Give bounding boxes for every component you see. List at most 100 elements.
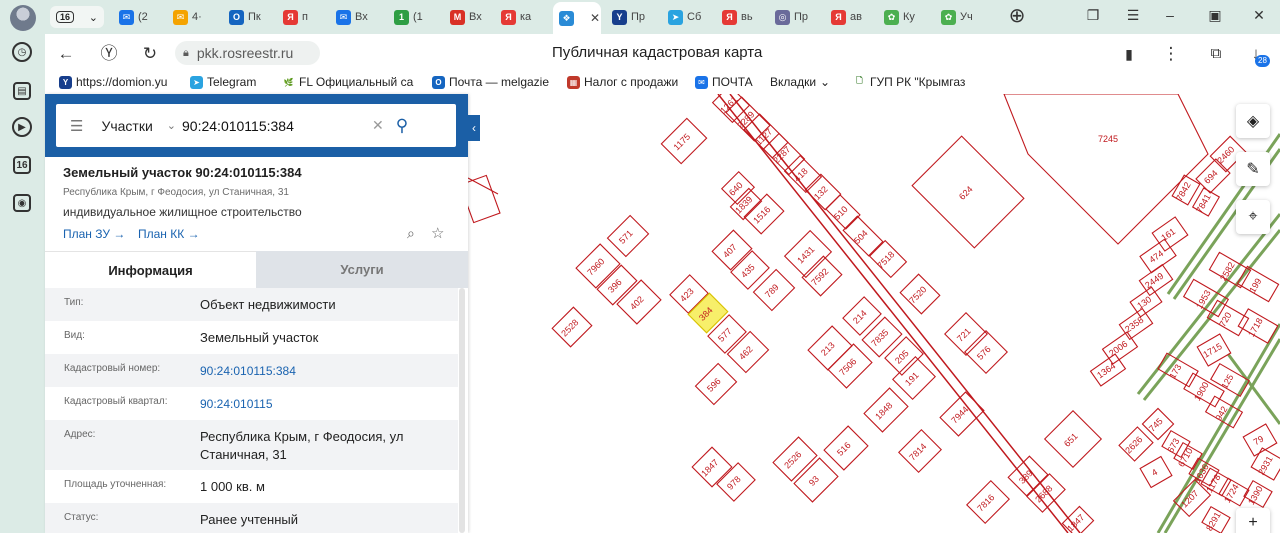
collapse-panel-button[interactable]: ‹	[468, 115, 480, 141]
tab-favicon-icon: Я	[722, 9, 737, 25]
menu-icon[interactable]: ☰	[1123, 7, 1143, 24]
zoom-to-object-icon[interactable]: ⌕	[407, 225, 415, 242]
bookmark-item[interactable]: ➤ Telegram	[190, 75, 275, 89]
collections-icon[interactable]: ▤	[11, 80, 33, 102]
browser-tab[interactable]: ◎ Пр	[769, 4, 819, 30]
back-button[interactable]: ←	[55, 43, 77, 65]
info-value: Объект недвижимости	[200, 297, 336, 312]
browser-tab[interactable]: ✿ Уч	[935, 4, 983, 30]
parcel-number-label: 7842	[1174, 180, 1193, 202]
layers-button[interactable]: ◈	[1236, 104, 1270, 138]
browser-tab[interactable]: Явь	[716, 4, 764, 30]
favorite-star-icon[interactable]: ☆	[431, 224, 444, 242]
parcel-number-label: 651	[1062, 431, 1080, 449]
info-key: Кадастровый квартал:	[64, 396, 168, 407]
chevron-down-icon: ⌄	[166, 120, 177, 132]
parcel-number-label: 1715	[1201, 341, 1223, 360]
bookmark-item[interactable]: Вкладки ⌄	[770, 75, 840, 89]
tab-favicon-icon: Я	[283, 9, 298, 25]
url-field[interactable]: 🔒︎ pkk.rosreestr.ru	[175, 41, 320, 65]
info-value-link[interactable]: 90:24:010115:384	[200, 354, 458, 387]
tab-count-icon[interactable]: 16	[11, 154, 33, 176]
yandex-icon[interactable]: Ⓨ	[98, 43, 120, 65]
map-canvas[interactable]: 1261228911272287418132510504751811756401…	[468, 94, 1280, 533]
hamburger-icon[interactable]: ☰	[70, 117, 83, 135]
tab-manager-icon[interactable]: ❐	[1083, 7, 1103, 24]
bookmark-item[interactable]: 🗋 ГУП РК "Крымгаз	[853, 75, 978, 89]
downloads-icon[interactable]: ↓ 28	[1245, 43, 1270, 67]
search-icon[interactable]: ⚲	[396, 116, 408, 136]
bookmark-item[interactable]: ▦ Налог с продажи	[567, 75, 685, 89]
user-avatar[interactable]	[10, 5, 36, 31]
screenshot-icon[interactable]: ◉	[11, 192, 33, 214]
bookmark-item[interactable]: O Почта — melgazie	[432, 75, 552, 89]
zoom-in-button[interactable]: +	[1236, 508, 1270, 533]
info-value-link[interactable]: 90:24:010115	[200, 387, 458, 420]
parcel-number-label: 7841	[1194, 192, 1213, 214]
browser-tab[interactable]: Яав	[825, 4, 873, 30]
play-icon[interactable]: ▶	[11, 116, 33, 138]
browser-tab[interactable]: ❖ ✕	[553, 2, 601, 34]
history-icon[interactable]: ◷	[11, 41, 33, 63]
parcel-outline[interactable]	[468, 174, 501, 224]
search-mode-select[interactable]: Участки ⌄	[101, 118, 176, 134]
tab-group-button[interactable]: 16 ⌄	[50, 6, 104, 28]
close-tab-icon[interactable]: ✕	[590, 11, 600, 25]
search-input[interactable]: 90:24:010115:384	[182, 118, 372, 134]
parcel-number-label: 93	[807, 474, 821, 488]
plan-zu-link[interactable]: План ЗУ →	[63, 227, 125, 241]
parcel-number-label: 721	[955, 326, 973, 344]
bookmark-favicon-icon: ✉	[695, 75, 708, 89]
parcel-outline[interactable]	[1003, 94, 1209, 245]
new-tab-button[interactable]: ⊕	[1007, 3, 1027, 28]
panel-scrollbar[interactable]	[459, 288, 465, 533]
browser-tab[interactable]: ✉ Вх	[330, 4, 382, 30]
restore-icon[interactable]: ▣	[1205, 7, 1225, 24]
browser-tab[interactable]: Яка	[495, 4, 547, 30]
close-window-icon[interactable]: ✕	[1249, 7, 1269, 24]
tab-favicon-icon: 1	[394, 9, 409, 25]
locate-button[interactable]: ⌖	[1236, 200, 1270, 234]
parcel-number-label: 510	[832, 204, 850, 222]
tab-information[interactable]: Информация	[45, 251, 256, 288]
browser-tab[interactable]: ✉ 4·	[167, 4, 217, 30]
parcel-number-label: 1953	[1194, 288, 1213, 310]
tab-label: вь	[741, 11, 753, 23]
bookmark-favicon-icon: O	[432, 75, 445, 89]
reload-button[interactable]: ↻	[139, 43, 161, 65]
bookmark-favicon-icon: 🗋	[856, 76, 863, 85]
cadastral-map[interactable]: 1261 2289 1127 2287 418 132 510 504 7518 1175 640 1…	[468, 94, 1280, 533]
ruler-button[interactable]: ✎	[1236, 152, 1270, 186]
parcel-number-label: 942	[1213, 404, 1229, 422]
info-value: Ранее учтенный	[200, 512, 298, 527]
more-icon[interactable]: ⋮	[1160, 43, 1182, 65]
browser-tab[interactable]: M Вх	[444, 4, 490, 30]
browser-tab[interactable]: 1 (1	[388, 4, 438, 30]
tab-services[interactable]: Услуги	[256, 251, 468, 288]
browser-tab[interactable]: ✿ Ку	[878, 4, 930, 30]
bookmark-item[interactable]: ✉ ПОЧТА	[695, 75, 760, 89]
bookmark-item[interactable]: Yhttps://domion.yu	[59, 75, 184, 89]
bookmark-label: ПОЧТА	[712, 75, 753, 89]
info-row: Площадь уточненная: 1 000 кв. м	[45, 470, 458, 503]
tab-label: Уч	[960, 11, 973, 23]
browser-tab[interactable]: ✉ (2	[113, 4, 161, 30]
minimize-icon[interactable]: –	[1160, 7, 1180, 23]
browser-tab[interactable]: Яп	[277, 4, 325, 30]
bookmark-icon[interactable]: ▮	[1118, 43, 1140, 65]
info-row: Кадастровый номер: 90:24:010115:384	[45, 354, 458, 387]
extensions-icon[interactable]: ⧉	[1205, 43, 1227, 65]
parcel-number-label: 7960	[585, 256, 606, 277]
browser-tab[interactable]: ➤ Сб	[662, 4, 710, 30]
bookmark-label: https://domion.yu	[76, 75, 168, 89]
street-boundary	[717, 94, 1069, 533]
bookmark-label: FL Официальный са	[299, 75, 414, 89]
bookmark-item[interactable]: 🌿 FL Официальный са	[282, 75, 422, 89]
plan-kk-link[interactable]: План КК →	[138, 227, 200, 241]
bookmark-label: Почта — melgazie	[449, 75, 550, 89]
browser-tab[interactable]: O Пк	[223, 4, 271, 30]
parcel-number-label: 7835	[869, 327, 890, 348]
clear-search-icon[interactable]: ✕	[372, 117, 384, 134]
parcel-number-label: 571	[617, 228, 635, 246]
browser-tab[interactable]: Y Пр	[606, 4, 656, 30]
